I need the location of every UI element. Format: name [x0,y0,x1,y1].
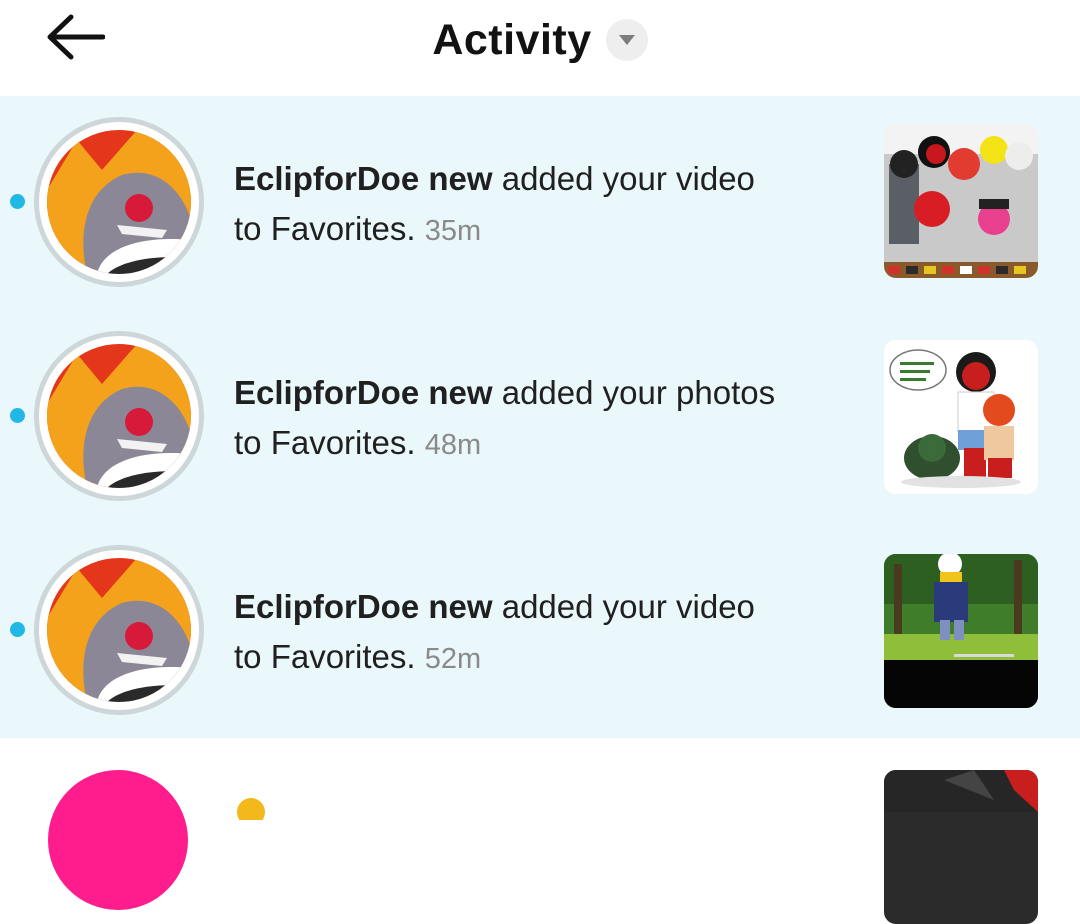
unread-dot [10,194,25,209]
notification-row[interactable]: EclipforDoe new added your video to Favo… [0,524,1080,738]
title-group: Activity [0,10,1080,70]
avatar-image [47,558,191,702]
activity-filter-dropdown[interactable] [605,19,648,61]
header-bar: Activity [0,0,1080,96]
page-title: Activity [432,15,592,64]
avatar-image [47,344,191,488]
notification-object: to Favorites. [234,424,416,461]
notification-username[interactable]: EclipforDoe new [234,374,493,411]
notification-text-partial [234,790,834,850]
notification-time: 48m [424,429,482,461]
notification-text: EclipforDoe new added your video to Favo… [234,582,854,684]
notification-username[interactable]: EclipforDoe new [234,588,493,625]
notification-row[interactable]: EclipforDoe new added your photos to Fav… [0,310,1080,524]
video-thumbnail[interactable] [884,124,1038,278]
avatar-image [47,130,191,274]
notification-row[interactable]: EclipforDoe new added your video to Favo… [0,96,1080,310]
notification-text: EclipforDoe new added your photos to Fav… [234,368,854,470]
notification-action: added your photos [501,374,776,411]
notification-object: to Favorites. [234,638,416,675]
photo-thumbnail[interactable] [884,340,1038,494]
notification-time: 52m [424,643,482,675]
avatar[interactable] [34,331,204,501]
avatar[interactable] [34,117,204,287]
video-thumbnail[interactable] [884,554,1038,708]
notification-text: EclipforDoe new added your video to Favo… [234,154,854,256]
caret-down-icon [618,35,635,45]
emoji-icon [237,798,265,826]
unread-dot [10,408,25,423]
notification-time: 35m [424,215,482,247]
notification-username[interactable]: EclipforDoe new [234,160,493,197]
notification-object: to Favorites. [234,210,416,247]
notification-action: added your video [501,160,755,197]
video-thumbnail[interactable] [884,770,1038,924]
notification-action: added your video [501,588,755,625]
unread-dot [10,622,25,637]
avatar[interactable] [34,545,204,715]
avatar[interactable] [48,770,188,910]
